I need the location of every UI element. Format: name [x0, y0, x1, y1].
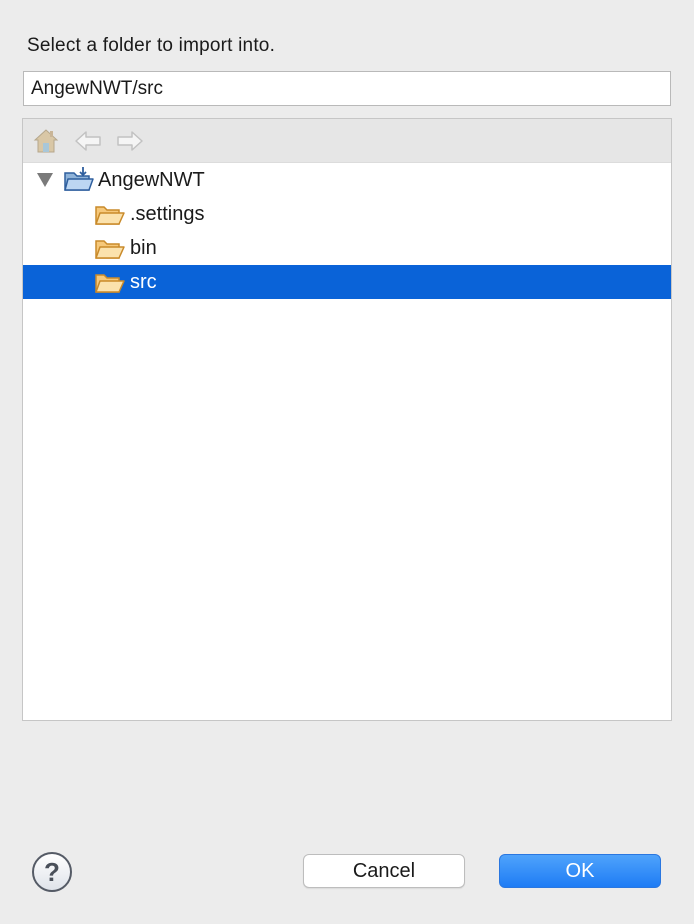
- help-button[interactable]: ?: [32, 852, 72, 892]
- tree-item-label: bin: [130, 237, 157, 259]
- tree-item-src[interactable]: src: [23, 265, 671, 299]
- folder-path-input[interactable]: [23, 71, 671, 106]
- back-arrow-icon: [75, 131, 101, 151]
- ok-button[interactable]: OK: [499, 854, 661, 888]
- cancel-button[interactable]: Cancel: [303, 854, 465, 888]
- project-folder-icon: [64, 167, 94, 191]
- folder-open-icon: [95, 206, 125, 225]
- forward-button[interactable]: [115, 127, 145, 155]
- back-button[interactable]: [73, 127, 103, 155]
- folder-tree-panel: AngewNWT .settings bin src: [22, 118, 672, 721]
- expand-triangle-icon[interactable]: [37, 173, 53, 187]
- tree-item-label: src: [130, 271, 157, 293]
- home-button[interactable]: [31, 127, 61, 155]
- dialog-prompt: Select a folder to import into.: [27, 35, 276, 56]
- tree-toolbar: [23, 119, 671, 163]
- help-icon: ?: [44, 856, 60, 887]
- forward-arrow-icon: [117, 131, 143, 151]
- folder-open-icon: [95, 274, 125, 293]
- tree-item-bin[interactable]: bin: [23, 231, 671, 265]
- folder-open-icon: [95, 240, 125, 259]
- folder-tree: AngewNWT .settings bin src: [23, 163, 671, 299]
- tree-item-angewnwt[interactable]: AngewNWT: [23, 163, 671, 197]
- tree-item-label: .settings: [130, 203, 205, 225]
- tree-item-label: AngewNWT: [98, 169, 205, 191]
- home-icon: [33, 129, 59, 153]
- tree-item-settings[interactable]: .settings: [23, 197, 671, 231]
